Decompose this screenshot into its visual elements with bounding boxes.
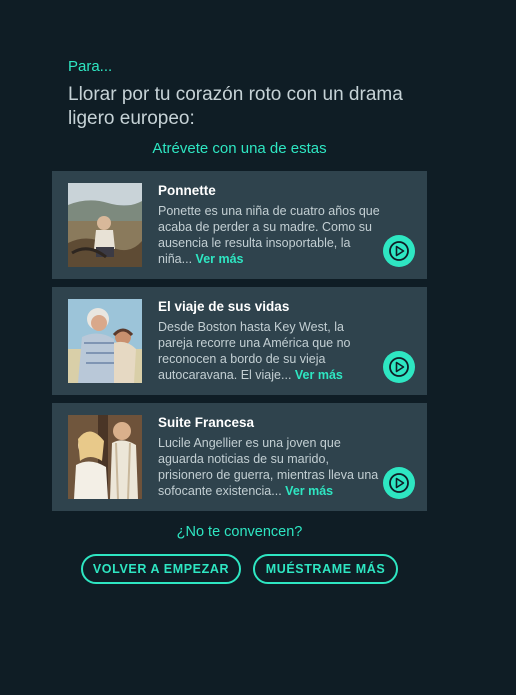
movie-description: Ponette es una niña de cuatro años que a…: [158, 203, 380, 267]
movie-title: Suite Francesa: [158, 415, 255, 430]
page-title: Llorar por tu corazón roto con un drama …: [68, 84, 403, 129]
not-convinced-text: ¿No te convencen?: [176, 524, 303, 540]
recommendation-panel: Para... Llorar por tu corazón roto con u…: [0, 0, 516, 695]
movie-description-text: Lucile Angellier es una joven que aguard…: [158, 436, 379, 498]
movie-card[interactable]: Suite Francesa Lucile Angellier es una j…: [52, 403, 427, 511]
movie-card[interactable]: Ponnette Ponette es una niña de cuatro a…: [52, 171, 427, 279]
read-more-link[interactable]: Ver más: [196, 252, 244, 266]
intro-para: Para...: [68, 58, 113, 75]
read-more-link[interactable]: Ver más: [285, 484, 333, 498]
play-button[interactable]: [383, 351, 415, 383]
movie-card[interactable]: El viaje de sus vidas Desde Boston hasta…: [52, 287, 427, 395]
show-more-button[interactable]: MUÉSTRAME MÁS: [253, 554, 398, 584]
movie-description-text: Ponette es una niña de cuatro años que a…: [158, 204, 380, 266]
read-more-link[interactable]: Ver más: [295, 368, 343, 382]
play-icon: [389, 241, 409, 261]
play-icon: [389, 473, 409, 493]
movie-description: Lucile Angellier es una joven que aguard…: [158, 435, 380, 499]
movie-poster[interactable]: [68, 415, 142, 499]
play-icon: [389, 357, 409, 377]
movie-title: Ponnette: [158, 183, 216, 198]
movie-title: El viaje de sus vidas: [158, 299, 290, 314]
play-button[interactable]: [383, 467, 415, 499]
play-button[interactable]: [383, 235, 415, 267]
movie-description: Desde Boston hasta Key West, la pareja r…: [158, 319, 380, 383]
restart-button[interactable]: VOLVER A EMPEZAR: [81, 554, 241, 584]
movie-poster[interactable]: [68, 183, 142, 267]
intro-subtitle: Atrévete con una de estas: [152, 140, 327, 157]
movie-poster[interactable]: [68, 299, 142, 383]
